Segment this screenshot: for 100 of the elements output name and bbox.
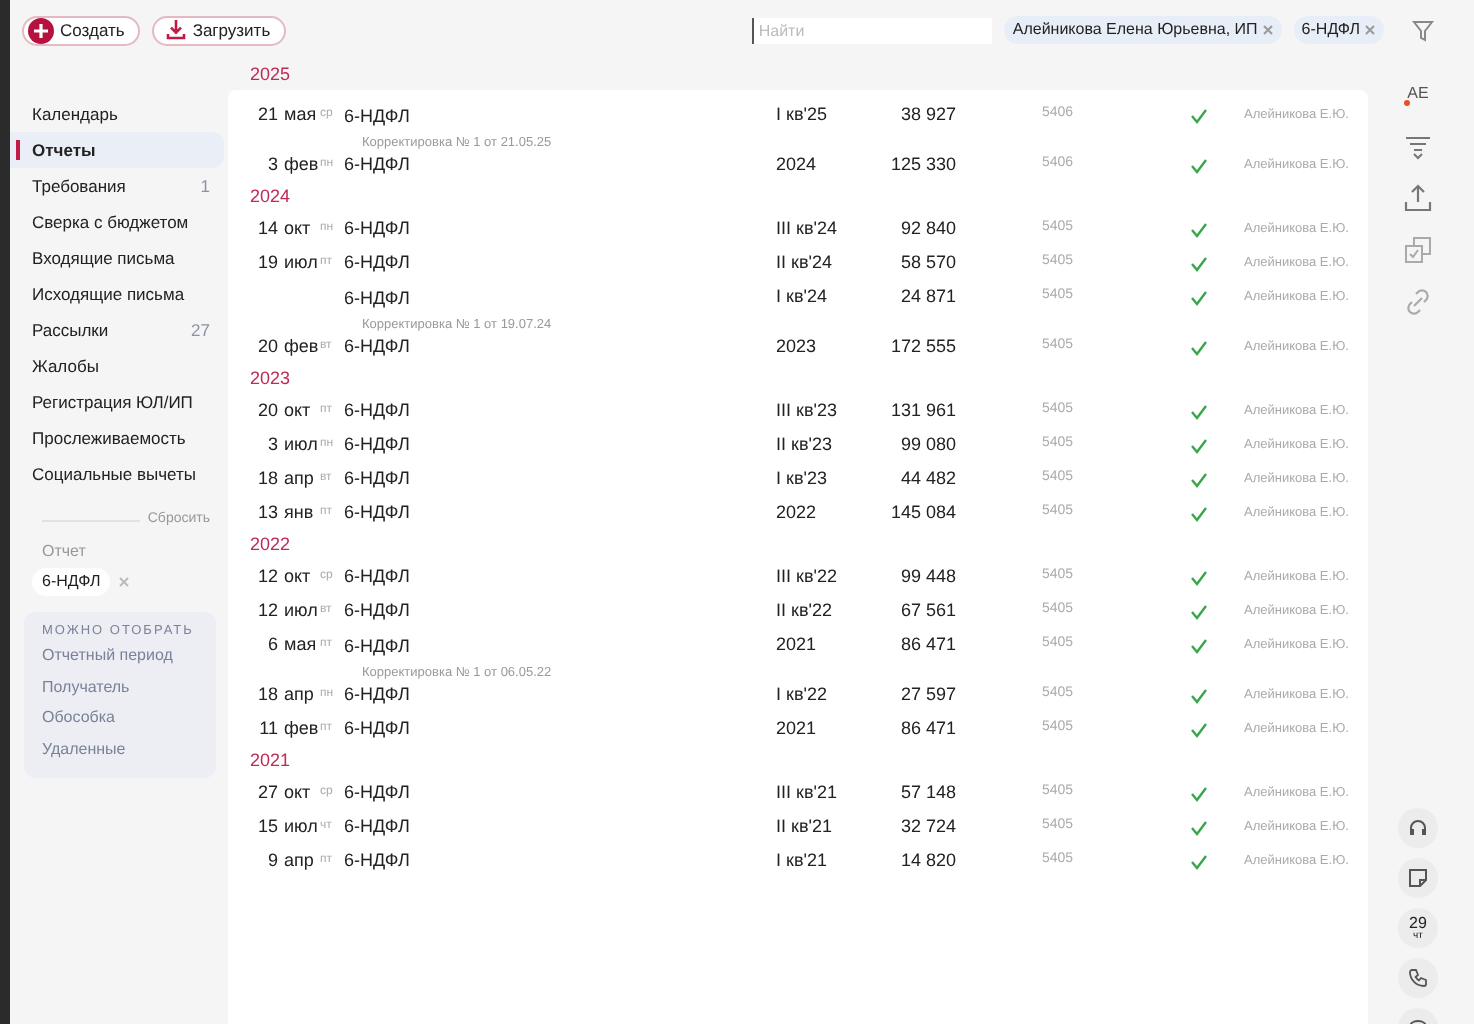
report-title[interactable]: 6-НДФЛ [344,465,410,493]
date-month: фев [284,333,319,360]
filter-chip[interactable]: 6-НДФЛ [1293,16,1384,44]
date-day: 20 [257,333,278,361]
period: I кв'24 [776,283,827,310]
report-title[interactable]: 6-НДФЛ [344,431,410,459]
close-icon[interactable] [1364,24,1376,36]
period: II кв'22 [776,597,832,624]
sidebar-item[interactable]: Входящие письма [10,240,224,276]
amount: 58 570 [900,249,956,276]
report-title[interactable]: 6-НДФЛ [344,249,410,277]
year-heading: 2021 [248,747,293,774]
item-count: 1 [200,173,210,199]
plus-icon [28,17,54,43]
amount: 24 871 [900,283,956,310]
report-title[interactable]: 6-НДФЛ [344,715,410,743]
sidebar-item[interactable]: Рассылки 27 [10,312,224,348]
calendar-day: 29 [1409,915,1427,931]
notes-button[interactable] [1398,858,1438,898]
amount: 86 471 [900,715,956,742]
period: II кв'21 [776,813,832,840]
report-title[interactable]: 6-НДФЛ [344,215,410,243]
support-icon [1408,818,1428,838]
year-heading: 2023 [248,365,293,392]
date-month: июл [284,597,318,624]
link-icon[interactable] [1404,288,1432,316]
date-day: 20 [257,397,278,425]
report-title[interactable]: 6-НДФЛ [344,333,410,361]
amount: 125 330 [890,151,956,178]
close-icon[interactable] [1261,24,1274,36]
amount: 27 597 [900,681,956,708]
create-button[interactable]: Создать [22,15,141,45]
period: 2022 [776,499,817,526]
date-day: 6 [267,631,278,659]
search-field[interactable]: Найти [752,17,993,43]
date-month: июл [284,813,318,840]
date-day: 19 [257,249,278,277]
amount: 99 080 [900,431,956,458]
date-month: апр [284,465,314,492]
date-day: 3 [267,151,278,179]
period: II кв'23 [776,431,832,458]
report-title[interactable]: 6-НДФЛ [344,597,410,625]
date-month: мая [284,631,317,658]
period: III кв'23 [776,397,837,424]
amount: 57 148 [900,779,956,806]
sidebar-item[interactable]: Социальные вычеты [10,456,224,492]
upload-icon[interactable] [1404,184,1432,212]
chip-label: Алейникова Елена Юрьевна, ИП [1012,18,1258,42]
date-day: 13 [257,499,278,527]
date-day: 27 [257,779,278,807]
sidebar-item[interactable]: Регистрация ЮЛ/ИП [10,384,224,420]
date-day: 3 [267,431,278,459]
report-title[interactable]: 6-НДФЛ [344,634,410,661]
sidebar-item[interactable]: Календарь [10,96,224,132]
report-title[interactable]: 6-НДФЛ [344,813,410,841]
sidebar-item[interactable]: Исходящие письма [10,276,224,312]
sidebar-item[interactable]: Жалобы [10,348,224,384]
status-dot-icon [1403,100,1410,106]
date-month: окт [284,779,311,806]
date-month: июл [284,249,318,276]
date-day: 12 [257,563,278,591]
date-day: 9 [267,847,278,875]
amount: 145 084 [890,499,956,526]
amount: 86 471 [900,631,956,658]
filter-label: Отчет [40,539,88,563]
report-title[interactable]: 6-НДФЛ [344,397,410,425]
filter-chip[interactable]: Алейникова Елена Юрьевна, ИП [1004,16,1282,44]
report-title[interactable]: 6-НДФЛ [344,104,410,131]
download-icon [166,20,187,40]
date-month: мая [284,101,317,128]
date-day: 18 [257,465,278,493]
upload-button[interactable]: Загрузить [152,15,287,45]
period: III кв'22 [776,563,837,590]
list-icon[interactable] [1404,132,1432,160]
filter-icon[interactable] [1412,19,1434,41]
report-title[interactable]: 6-НДФЛ [344,847,410,875]
amount: 131 961 [890,397,956,424]
chip-label: 6-НДФЛ [1301,18,1360,42]
report-title[interactable]: 6-НДФЛ [344,499,410,527]
sidebar-item[interactable]: Требования 1 [10,168,224,204]
period: I кв'21 [776,847,827,874]
sidebar-item[interactable]: Сверка с бюджетом [10,204,224,240]
sidebar-item[interactable]: Отчеты [10,132,224,168]
period: 2023 [776,333,817,360]
report-title[interactable]: 6-НДФЛ [344,286,410,313]
date-month: окт [284,215,311,242]
user-initials[interactable]: АЕ [1407,82,1429,106]
phone-button[interactable] [1398,958,1438,998]
item-count: 27 [191,317,210,343]
period: 2021 [776,631,817,658]
report-title[interactable]: 6-НДФЛ [344,151,410,179]
date-month: апр [284,681,314,708]
report-title[interactable]: 6-НДФЛ [344,681,410,709]
report-title[interactable]: 6-НДФЛ [344,779,410,807]
report-title[interactable]: 6-НДФЛ [344,563,410,591]
support-button[interactable] [1398,808,1438,848]
sidebar-item[interactable]: Прослеживаемость [10,420,224,456]
period: I кв'23 [776,465,827,492]
year-heading: 2025 [248,61,293,88]
copy-check-icon[interactable] [1404,236,1432,264]
